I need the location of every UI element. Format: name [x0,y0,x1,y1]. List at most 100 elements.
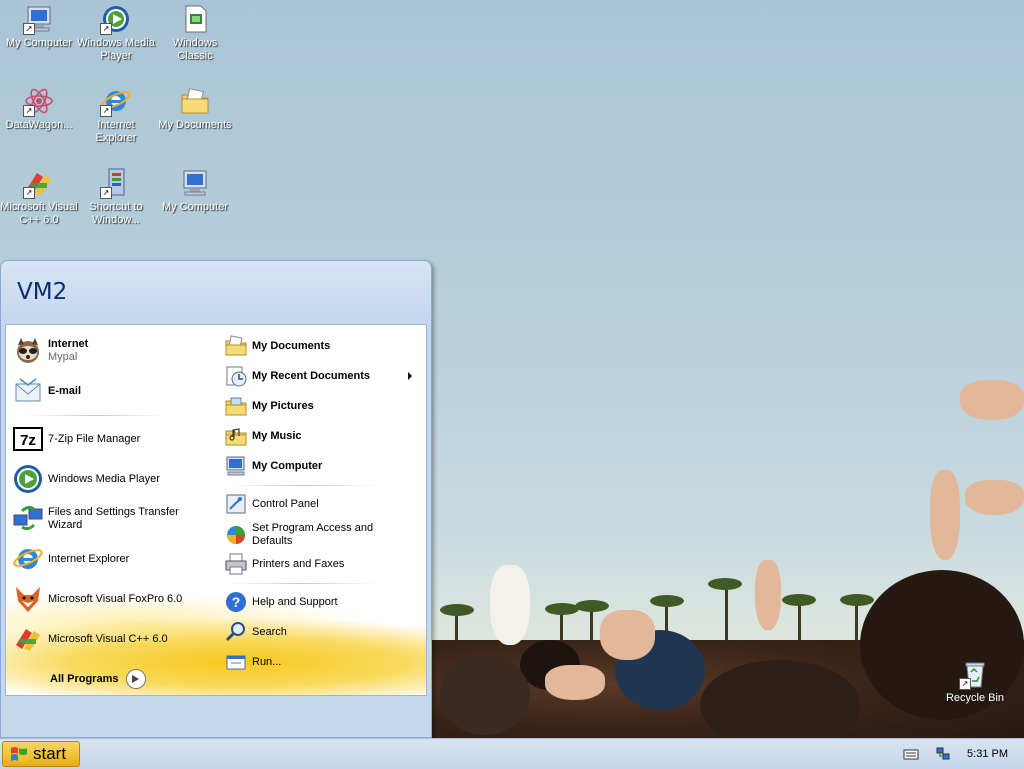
wallpaper-hand [930,470,960,560]
svg-text:7z: 7z [20,432,36,449]
wallpaper-frond [782,594,816,606]
place-item-label: My Computer [252,459,323,472]
tool-item-label: Run... [252,655,282,668]
network-icon[interactable] [935,747,951,761]
printer-icon [224,552,248,576]
visual-cpp-icon: ↗ [23,167,55,199]
wallpaper-hand [755,560,781,630]
desktop-icon-label: Windows Media Player [77,37,155,62]
desktop-icon-label: Recycle Bin [945,692,1005,704]
settings-item-printers[interactable]: Printers and Faxes [224,552,344,576]
place-item-label: My Pictures [252,399,314,412]
mypal-browser-icon [12,335,44,367]
place-item-label: My Music [252,429,302,442]
window-shortcut-icon: ↗ [100,167,132,199]
start-menu-header: VM2 [1,261,431,323]
recent-item-visual-cpp[interactable]: Microsoft Visual C++ 6.0 [12,623,168,655]
my-computer-icon [224,454,248,478]
tool-item-help[interactable]: ? Help and Support [224,590,338,614]
start-menu-programs-column: Internet Mypal E-mail 7z 7-Zip File Manag… [6,325,218,695]
desktop-icon-window-shortcut[interactable]: ↗ Shortcut to Window... [77,167,155,227]
place-item-my-pictures[interactable]: My Pictures [224,394,314,418]
pinned-item-email[interactable]: E-mail [12,375,81,407]
wallpaper-hand [965,480,1024,515]
all-programs-label: All Programs [50,673,119,685]
desktop-icon-label: Microsoft Visual C++ 6.0 [0,201,78,226]
desktop-icon-internet-explorer[interactable]: ↗ Internet Explorer [77,85,155,145]
recent-item-7zip[interactable]: 7z 7-Zip File Manager [12,423,140,455]
desktop-icon-label: DataWagon... [5,119,73,131]
all-programs-button[interactable]: All Programs [50,669,147,689]
system-tray: 5:31 PM [890,741,1024,767]
submenu-arrow-icon [408,372,412,380]
start-button[interactable]: start [2,741,80,767]
desktop-icon-label: Shortcut to Window... [89,201,143,226]
visual-cpp-icon [12,623,44,655]
classic-theme-icon [179,3,211,35]
help-icon: ? [224,590,248,614]
desktop-icon-windows-classic[interactable]: Windows Classic [156,3,234,63]
wallpaper-frond [575,600,609,612]
program-defaults-icon [224,523,248,547]
start-menu: VM2 Internet Mypal E-mail 7z 7-Zip File … [0,260,432,738]
pinned-item-title: Internet [48,338,89,350]
tool-item-run[interactable]: Run... [224,650,281,674]
wallpaper-hand [600,610,655,660]
desktop-icon-label: My Computer [161,201,229,213]
internet-explorer-icon: ↗ [100,85,132,117]
place-item-my-computer[interactable]: My Computer [224,454,322,478]
desktop-icon-media-player[interactable]: ↗ Windows Media Player [77,3,155,63]
taskbar: start 5:31 PM [0,738,1024,769]
recent-item-label: Windows Media Player [48,472,160,485]
media-player-icon [12,463,44,495]
desktop-icon-label: My Documents [158,119,232,131]
7zip-icon: 7z [12,423,44,455]
pinned-item-title: E-mail [48,384,82,397]
control-panel-icon [224,492,248,516]
desktop-icon-my-documents[interactable]: My Documents [156,85,234,132]
wallpaper-frond [840,594,874,606]
settings-item-label: Control Panel [252,497,319,510]
tool-item-search[interactable]: Search [224,620,287,644]
keyboard-icon[interactable] [903,747,919,761]
place-item-recent-documents[interactable]: My Recent Documents [224,364,422,388]
recent-item-transfer-wizard[interactable]: Files and Settings Transfer Wizard [12,503,188,535]
arrow-right-icon [126,669,147,689]
place-item-my-documents[interactable]: My Documents [224,334,330,358]
desktop-icon-label: My Computer [5,37,73,49]
recent-item-label: Internet Explorer [48,552,130,565]
place-item-label: My Recent Documents [252,369,370,382]
my-computer-icon: ↗ [23,3,55,35]
run-icon [224,650,248,674]
tool-item-label: Search [252,625,287,638]
my-computer-icon [179,167,211,199]
desktop-icon-datawagon[interactable]: ↗ DataWagon... [0,85,78,132]
settings-item-program-defaults[interactable]: Set Program Access and Defaults [224,522,394,548]
start-button-label: start [33,744,67,763]
recent-item-foxpro[interactable]: Microsoft Visual FoxPro 6.0 [12,583,182,615]
media-player-icon: ↗ [100,3,132,35]
place-item-my-music[interactable]: My Music [224,424,302,448]
wallpaper-hand [545,665,605,700]
wallpaper-hand [960,380,1024,420]
desktop-icon-visual-cpp[interactable]: ↗ Microsoft Visual C++ 6.0 [0,167,78,227]
start-menu-body: Internet Mypal E-mail 7z 7-Zip File Manag… [5,324,427,696]
recent-item-internet-explorer[interactable]: Internet Explorer [12,543,129,575]
separator [228,485,378,486]
transfer-wizard-icon [12,503,44,535]
wallpaper-person [490,565,530,645]
desktop-icon-my-computer[interactable]: ↗ My Computer [0,3,78,50]
recent-item-label: Files and Settings Transfer Wizard [48,506,179,531]
search-icon [224,620,248,644]
desktop-icon-my-computer-2[interactable]: My Computer [156,167,234,214]
wallpaper-frond [650,595,684,607]
start-menu-places-column: My Documents My Recent Documents My Pict… [218,325,426,695]
clock: 5:31 PM [967,748,1008,760]
settings-item-control-panel[interactable]: Control Panel [224,492,319,516]
wallpaper-frond [440,604,474,616]
user-name: VM2 [17,279,68,305]
desktop-icon-recycle-bin[interactable]: ↗ Recycle Bin [936,658,1014,705]
recent-item-media-player[interactable]: Windows Media Player [12,463,160,495]
wallpaper-head [440,655,530,735]
pinned-item-internet[interactable]: Internet Mypal [12,335,88,367]
